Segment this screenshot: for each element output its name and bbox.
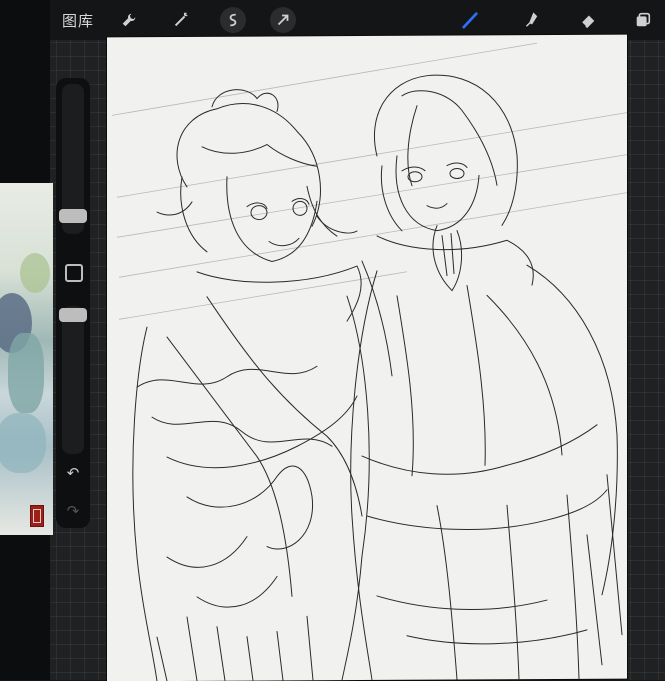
square-icon[interactable] (65, 264, 83, 282)
reference-figure-body (8, 333, 44, 413)
reference-figure-robe (0, 413, 46, 473)
brush-icon[interactable] (457, 7, 483, 33)
sketch-artwork (111, 42, 627, 681)
reference-foliage (20, 253, 50, 293)
reference-image[interactable] (0, 183, 53, 535)
opacity-handle[interactable] (59, 308, 87, 322)
transform-arrow-icon[interactable] (270, 7, 296, 33)
undo-icon[interactable]: ↶ (64, 464, 82, 482)
smudge-icon[interactable] (517, 7, 543, 33)
wrench-icon[interactable] (116, 7, 142, 33)
gallery-button[interactable]: 图库 (62, 10, 94, 31)
red-seal-stamp (30, 505, 44, 527)
eraser-icon[interactable] (575, 7, 601, 33)
sidebar: ↶ ↷ (56, 78, 90, 528)
redo-icon[interactable]: ↷ (64, 502, 82, 520)
drawing-canvas[interactable] (107, 34, 627, 681)
opacity-slider[interactable] (62, 306, 84, 454)
selection-icon[interactable] (220, 7, 246, 33)
brush-size-handle[interactable] (59, 209, 87, 223)
magic-wand-icon[interactable] (168, 7, 194, 33)
layers-icon[interactable] (630, 7, 656, 33)
